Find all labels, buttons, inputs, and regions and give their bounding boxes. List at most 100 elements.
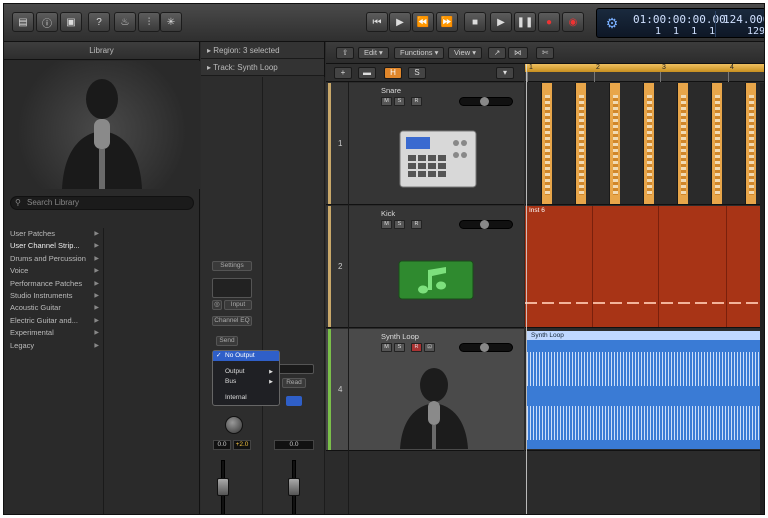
track-volume-slider[interactable] bbox=[459, 343, 513, 352]
track-header-kick[interactable]: 2 Kick M S R bbox=[326, 206, 524, 328]
settings-button[interactable]: Settings bbox=[212, 261, 252, 271]
snare-region[interactable] bbox=[541, 83, 552, 204]
volume-fader-handle-2[interactable] bbox=[288, 478, 300, 496]
snare-lane[interactable] bbox=[525, 83, 764, 205]
library-button[interactable]: ▤ bbox=[12, 12, 34, 32]
library-item[interactable]: Electric Guitar and... ▶ bbox=[4, 315, 103, 327]
smart-controls-button[interactable]: ✳ bbox=[160, 12, 182, 32]
snare-region[interactable] bbox=[575, 83, 586, 204]
record-enable-button[interactable]: R bbox=[411, 343, 422, 352]
menu-item-bus[interactable]: Bus ▶ bbox=[213, 377, 279, 387]
help-button[interactable]: ? bbox=[88, 12, 110, 32]
track-name[interactable]: Snare bbox=[381, 86, 401, 95]
cycle-region[interactable] bbox=[525, 64, 764, 72]
record-icon[interactable]: ● bbox=[538, 12, 560, 32]
synth-loop-lane[interactable]: Synth Loop bbox=[525, 329, 764, 451]
snap-tool-icon[interactable]: ↗ bbox=[488, 47, 507, 59]
waveform-zoom-icon[interactable]: ⋈ bbox=[508, 47, 528, 59]
go-to-start-icon[interactable]: ⏮ bbox=[366, 12, 388, 32]
gear-icon[interactable]: ⚙ bbox=[603, 15, 621, 33]
tool-menu-icon[interactable]: ✄ bbox=[536, 47, 555, 59]
automation-read-button[interactable]: Read bbox=[282, 378, 306, 388]
library-item[interactable]: Voice ▶ bbox=[4, 265, 103, 277]
snare-region[interactable] bbox=[711, 83, 722, 204]
info-button[interactable]: ⓘ bbox=[36, 12, 58, 32]
edit-menu[interactable]: Edit ▾ bbox=[358, 47, 389, 59]
track-name[interactable]: Synth Loop bbox=[381, 332, 419, 341]
region-inspector-header[interactable]: ▸ Region: 3 selected bbox=[201, 42, 324, 59]
kick-region[interactable] bbox=[659, 206, 727, 327]
library-item[interactable]: Studio Instruments ▶ bbox=[4, 290, 103, 302]
snare-region[interactable] bbox=[643, 83, 654, 204]
library-item[interactable]: User Patches ▶ bbox=[4, 228, 103, 240]
menu-item-no-output[interactable]: ✓ No Output bbox=[213, 351, 279, 361]
add-track-icon[interactable]: + bbox=[334, 67, 352, 79]
volume-knob[interactable] bbox=[480, 220, 489, 229]
chevron-right-icon: ▶ bbox=[94, 330, 99, 337]
send-slot[interactable]: Send bbox=[216, 336, 238, 346]
track-volume-slider[interactable] bbox=[459, 220, 513, 229]
kick-region[interactable]: Inst 6 bbox=[525, 206, 593, 327]
playhead[interactable] bbox=[526, 64, 527, 514]
mute-button[interactable]: M bbox=[381, 220, 392, 229]
library-item[interactable]: Legacy ▶ bbox=[4, 340, 103, 352]
vertical-scrollbar[interactable] bbox=[760, 83, 764, 514]
menu-item-output[interactable]: Output ▶ bbox=[213, 367, 279, 377]
solo-button[interactable]: S bbox=[394, 220, 405, 229]
cycle-icon[interactable]: ▶ bbox=[389, 12, 411, 32]
lcd-display[interactable]: ⚙ 01:00:00:00.00 1 1 1 1 124.000 129 bbox=[596, 8, 764, 38]
bar-ruler[interactable]: 1 2 3 4 bbox=[525, 64, 764, 82]
track-folder-icon[interactable]: ▬ bbox=[358, 67, 376, 79]
stop-icon[interactable]: ■ bbox=[464, 12, 486, 32]
menu-item-internal[interactable]: Internal bbox=[213, 393, 279, 403]
track-header-synth-loop[interactable]: 4 Synth Loop M S R ⊡ bbox=[326, 329, 524, 451]
snare-region[interactable] bbox=[745, 83, 756, 204]
record-enable-button[interactable]: R bbox=[411, 97, 422, 106]
synth-loop-region[interactable]: Synth Loop bbox=[527, 331, 764, 449]
volume-fader-handle[interactable] bbox=[217, 478, 229, 496]
solo-button[interactable]: S bbox=[408, 67, 426, 79]
view-menu[interactable]: View ▾ bbox=[448, 47, 482, 59]
input-monitor-button[interactable]: ⊡ bbox=[424, 343, 435, 352]
library-item[interactable]: User Channel Strip... ▶ bbox=[4, 240, 103, 252]
play-icon[interactable]: ▶ bbox=[490, 12, 512, 32]
functions-menu[interactable]: Functions ▾ bbox=[394, 47, 445, 59]
mute-button[interactable]: M bbox=[381, 343, 392, 352]
capture-record-icon[interactable]: ◉ bbox=[562, 12, 584, 32]
track-volume-slider[interactable] bbox=[459, 97, 513, 106]
hide-button[interactable]: H bbox=[384, 67, 402, 79]
output-slot[interactable] bbox=[274, 364, 314, 374]
track-name[interactable]: Kick bbox=[381, 209, 395, 218]
track-options-icon[interactable]: ▾ bbox=[496, 67, 514, 79]
library-item[interactable]: Acoustic Guitar ▶ bbox=[4, 302, 103, 314]
library-item[interactable]: Experimental ▶ bbox=[4, 327, 103, 339]
forward-icon[interactable]: ⏩ bbox=[436, 12, 458, 32]
library-item[interactable]: Drums and Percussion ▶ bbox=[4, 253, 103, 265]
input-button[interactable]: Input bbox=[224, 300, 252, 310]
mixer-button[interactable]: ⫶ bbox=[138, 12, 160, 32]
channel-eq-slot[interactable]: Channel EQ bbox=[212, 316, 252, 326]
solo-button[interactable]: S bbox=[394, 97, 405, 106]
input-format-button[interactable]: ◎ bbox=[212, 300, 222, 310]
pan-knob[interactable] bbox=[225, 416, 243, 434]
metronome-button[interactable]: ♨ bbox=[114, 12, 136, 32]
rewind-icon[interactable]: ⏪ bbox=[412, 12, 434, 32]
pause-icon[interactable]: ❚❚ bbox=[514, 12, 536, 32]
solo-button[interactable]: S bbox=[394, 343, 405, 352]
kick-region[interactable] bbox=[593, 206, 659, 327]
editors-button[interactable]: ▣ bbox=[60, 12, 82, 32]
snare-region[interactable] bbox=[677, 83, 688, 204]
up-arrow-button[interactable]: ⇧ bbox=[336, 47, 355, 59]
group-button[interactable] bbox=[286, 396, 302, 406]
kick-lane[interactable]: Inst 6 bbox=[525, 206, 764, 328]
library-search-input[interactable]: ⚲ Search Library bbox=[10, 196, 194, 210]
library-item[interactable]: Performance Patches ▶ bbox=[4, 278, 103, 290]
volume-knob[interactable] bbox=[480, 343, 489, 352]
eq-display[interactable] bbox=[212, 278, 252, 298]
mute-button[interactable]: M bbox=[381, 97, 392, 106]
snare-region[interactable] bbox=[609, 83, 620, 204]
volume-knob[interactable] bbox=[480, 97, 489, 106]
track-inspector-header[interactable]: ▸ Track: Synth Loop bbox=[201, 59, 324, 76]
track-header-snare[interactable]: 1 Snare M S R bbox=[326, 83, 524, 205]
record-enable-button[interactable]: R bbox=[411, 220, 422, 229]
